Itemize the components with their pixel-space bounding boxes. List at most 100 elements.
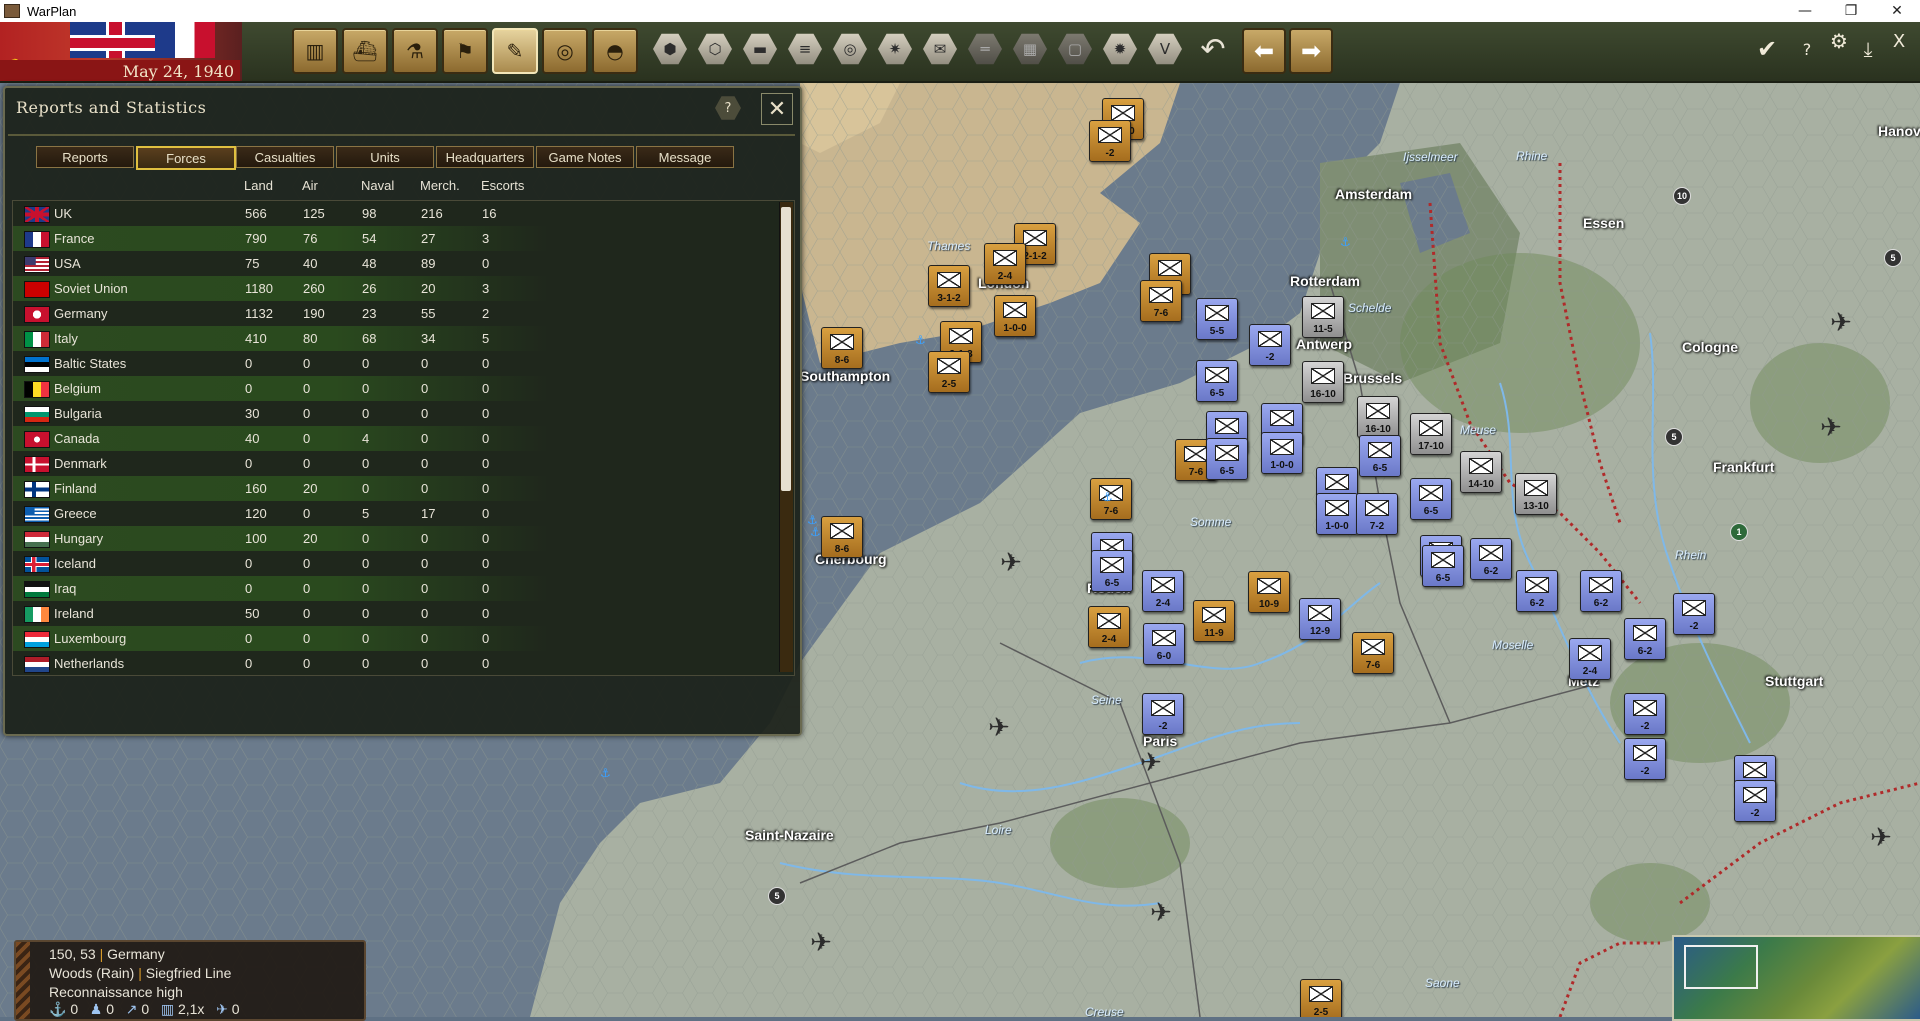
unit-counter[interactable]: 6-2 (1470, 538, 1512, 580)
unit-counter[interactable]: 10-9 (1248, 571, 1290, 613)
city-antwerp[interactable]: Antwerp (1296, 336, 1352, 352)
table-row[interactable]: Italy 410 80 68 34 5 (13, 326, 548, 351)
unit-counter[interactable]: 14-10 (1460, 451, 1502, 493)
unit-counter[interactable]: 8-6 (821, 327, 863, 369)
hex-filter-8[interactable]: ═ (965, 29, 1005, 69)
table-row[interactable]: Hungary 100 20 0 0 0 (13, 526, 548, 551)
hex-filter-10[interactable]: ▢ (1055, 29, 1095, 69)
unit-counter[interactable]: 6-5 (1196, 360, 1238, 402)
city-essen[interactable]: Essen (1583, 215, 1624, 231)
tab-units[interactable]: Units (336, 146, 434, 168)
aircraft-icon[interactable]: ✈ (1820, 413, 1842, 443)
unit-counter[interactable]: 11-5 (1302, 296, 1344, 338)
unit-counter[interactable]: 6-5 (1410, 478, 1452, 520)
restore-button[interactable]: ❐ (1828, 0, 1874, 22)
help-icon[interactable]: ? (1790, 32, 1824, 66)
unit-counter[interactable]: -2 (1249, 324, 1291, 366)
unit-counter[interactable]: 1-0-0 (994, 295, 1036, 337)
tab-message[interactable]: Message (636, 146, 734, 168)
hex-filter-2[interactable]: ⬡ (695, 29, 735, 69)
table-row[interactable]: Denmark 0 0 0 0 0 (13, 451, 548, 476)
unit-counter[interactable]: 6-5 (1359, 435, 1401, 477)
table-row[interactable]: Germany 1132 190 23 55 2 (13, 301, 548, 326)
save-download-icon[interactable]: ⤓ (1851, 32, 1885, 66)
unit-counter[interactable]: 7-6 (1352, 632, 1394, 674)
unit-counter[interactable]: 7-2 (1356, 493, 1398, 535)
aircraft-icon[interactable]: ✈ (1140, 748, 1162, 778)
city-paris[interactable]: Paris (1143, 733, 1177, 749)
unit-counter[interactable]: 12-9 (1299, 598, 1341, 640)
unit-counter[interactable]: 3-1-2 (928, 265, 970, 307)
research-button[interactable]: ⚗ (392, 28, 438, 74)
recon-button[interactable]: ◎ (542, 28, 588, 74)
reports-button[interactable]: ✎ (492, 28, 538, 74)
unit-counter[interactable]: 13-10 (1515, 473, 1557, 515)
unit-counter[interactable]: 16-10 (1302, 361, 1344, 403)
hex-filter-1[interactable]: ⬢ (650, 29, 690, 69)
previous-arrow-button[interactable]: ⬅ (1242, 28, 1286, 74)
table-row[interactable]: Greece 120 0 5 17 0 (13, 501, 548, 526)
window-close-button[interactable]: ✕ (1874, 0, 1920, 22)
unit-counter[interactable]: 7-6 (1140, 280, 1182, 322)
table-row[interactable]: Luxembourg 0 0 0 0 0 (13, 626, 548, 651)
table-row[interactable]: Iraq 0 0 0 0 0 (13, 576, 548, 601)
next-arrow-button[interactable]: ➡ (1289, 28, 1333, 74)
panel-help-button[interactable]: ? (715, 96, 741, 120)
exit-game-button[interactable]: X (1882, 24, 1916, 58)
city-hanover[interactable]: Hanover (1878, 123, 1920, 139)
hex-filter-9[interactable]: ▦ (1010, 29, 1050, 69)
city-stuttgart[interactable]: Stuttgart (1765, 673, 1823, 689)
unit-counter[interactable]: 1-0-0 (1261, 432, 1303, 474)
unit-counter[interactable]: -2 (1734, 780, 1776, 822)
unit-counter[interactable]: 1-0-0 (1316, 493, 1358, 535)
table-row[interactable]: USA 75 40 48 89 0 (13, 251, 548, 276)
table-row[interactable]: Ireland 50 0 0 0 0 (13, 601, 548, 626)
unit-counter[interactable]: 6-5 (1422, 545, 1464, 587)
table-row[interactable]: Baltic States 0 0 0 0 0 (13, 351, 548, 376)
table-row[interactable]: Finland 160 20 0 0 0 (13, 476, 548, 501)
city-brussels[interactable]: Brussels (1343, 370, 1402, 386)
unit-counter[interactable]: 17-10 (1410, 413, 1452, 455)
undo-icon[interactable]: ↶ (1195, 29, 1231, 69)
unit-counter[interactable]: -2 (1673, 593, 1715, 635)
unit-counter[interactable]: 6-2 (1624, 618, 1666, 660)
hex-filter-11[interactable]: ✹ (1100, 29, 1140, 69)
hex-filter-3[interactable]: ▬ (740, 29, 780, 69)
table-row[interactable]: Soviet Union 1180 260 26 20 3 (13, 276, 548, 301)
table-row[interactable]: Canada 40 0 4 0 0 (13, 426, 548, 451)
city-cologne[interactable]: Cologne (1682, 339, 1738, 355)
panel-close-button[interactable]: ✕ (761, 93, 793, 125)
unit-counter[interactable]: 6-2 (1516, 570, 1558, 612)
aircraft-icon[interactable]: ✈ (988, 713, 1010, 743)
hex-filter-6[interactable]: ✷ (875, 29, 915, 69)
unit-counter[interactable]: 2-4 (1088, 606, 1130, 648)
aircraft-icon[interactable]: ✈ (1150, 898, 1172, 928)
unit-counter[interactable]: 2-5 (1300, 979, 1342, 1017)
tab-reports[interactable]: Reports (36, 146, 134, 168)
city-saint-nazaire[interactable]: Saint-Nazaire (745, 827, 834, 843)
unit-counter[interactable]: 6-5 (1091, 550, 1133, 592)
unit-counter[interactable]: -2 (1624, 738, 1666, 780)
production-button[interactable]: ▥ (292, 28, 338, 74)
minimap[interactable] (1672, 935, 1920, 1021)
table-row[interactable]: Bulgaria 30 0 0 0 0 (13, 401, 548, 426)
unit-counter[interactable]: 6-0 (1143, 623, 1185, 665)
unit-counter[interactable]: 5-5 (1196, 298, 1238, 340)
table-row[interactable]: Netherlands 0 0 0 0 0 (13, 651, 548, 675)
unit-counter[interactable]: 2-4 (984, 243, 1026, 285)
diplomacy-button[interactable]: ⚑ (442, 28, 488, 74)
table-row[interactable]: UK 566 125 98 216 16 (13, 201, 548, 226)
table-row[interactable]: France 790 76 54 27 3 (13, 226, 548, 251)
table-row[interactable]: Belgium 0 0 0 0 0 (13, 376, 548, 401)
minimap-viewport[interactable] (1684, 945, 1758, 989)
unit-counter[interactable]: 6-5 (1206, 438, 1248, 480)
minimize-button[interactable]: — (1782, 0, 1828, 22)
unit-counter[interactable]: -2 (1624, 693, 1666, 735)
confirm-check-icon[interactable]: ✔ (1750, 32, 1784, 66)
table-row[interactable]: Iceland 0 0 0 0 0 (13, 551, 548, 576)
hex-filter-12[interactable]: V (1145, 29, 1185, 69)
tab-casualties[interactable]: Casualties (236, 146, 334, 168)
city-southampton[interactable]: Southampton (800, 368, 890, 384)
unit-counter[interactable]: 2-4 (1142, 570, 1184, 612)
aircraft-icon[interactable]: ✈ (1000, 548, 1022, 578)
